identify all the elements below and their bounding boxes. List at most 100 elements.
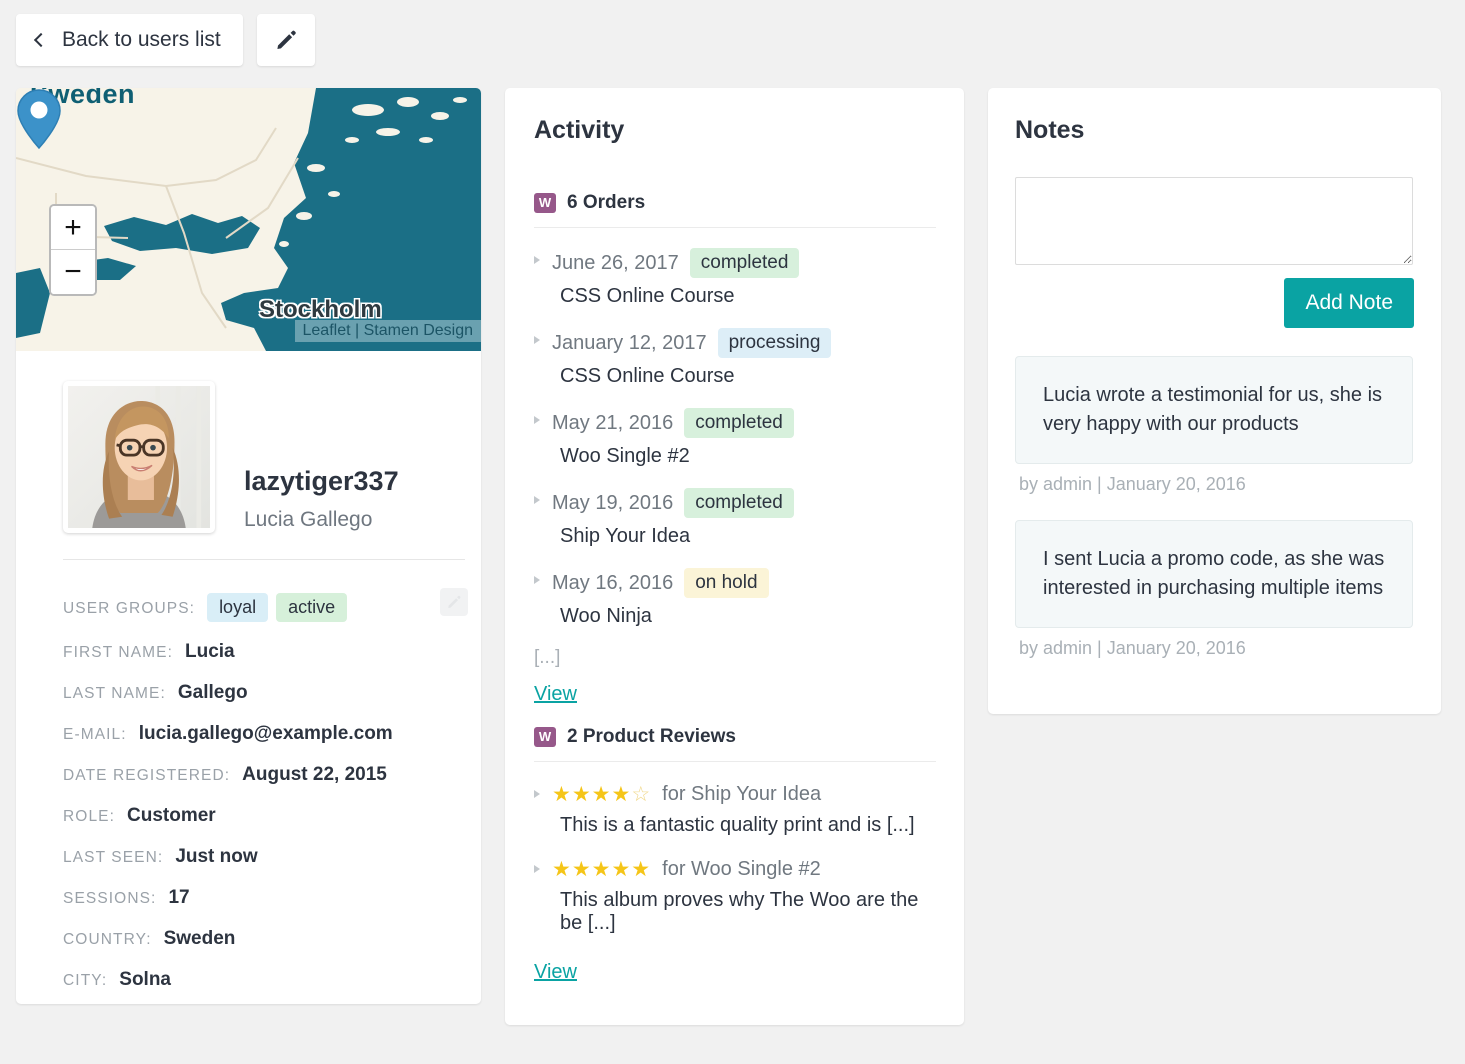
note-entry: I sent Lucia a promo code, as she was in… bbox=[1015, 520, 1413, 659]
identity-block: lazytiger337 Lucia Gallego bbox=[244, 466, 399, 532]
group-chip-loyal[interactable]: loyal bbox=[207, 593, 269, 622]
detail-label: DATE REGISTERED: bbox=[63, 767, 231, 784]
order-date: January 12, 2017 bbox=[552, 331, 707, 354]
orders-section-header: W 6 Orders bbox=[534, 192, 936, 228]
order-date: May 19, 2016 bbox=[552, 491, 674, 514]
note-entry: Lucia wrote a testimonial for us, she is… bbox=[1015, 356, 1413, 495]
map-zoom-in-button[interactable]: + bbox=[51, 206, 95, 250]
map-pin-icon bbox=[17, 89, 61, 150]
caret-right-icon bbox=[534, 416, 540, 424]
order-status-badge: processing bbox=[717, 328, 832, 358]
orders-view-link[interactable]: View bbox=[534, 683, 577, 706]
edit-user-button[interactable] bbox=[256, 14, 315, 66]
detail-row-first-name: FIRST NAME: Lucia bbox=[63, 641, 468, 663]
page-root: Back to users list Sweden Stockholm + − … bbox=[0, 0, 1465, 1064]
caret-right-icon bbox=[534, 865, 540, 873]
username: lazytiger337 bbox=[244, 466, 399, 496]
woocommerce-icon: W bbox=[534, 193, 556, 213]
detail-label: ROLE: bbox=[63, 808, 116, 825]
detail-value: Solna bbox=[119, 969, 171, 990]
attribution-separator: | bbox=[355, 322, 360, 339]
order-status-badge: completed bbox=[684, 488, 794, 518]
group-chip-active[interactable]: active bbox=[276, 593, 348, 622]
detail-row-city: CITY: Solna bbox=[63, 969, 468, 991]
detail-row-email: E-MAIL: lucia.gallego@example.com bbox=[63, 723, 468, 745]
attribution-provider-link[interactable]: Stamen Design bbox=[364, 322, 473, 339]
detail-label: FIRST NAME: bbox=[63, 644, 173, 661]
reviews-view-link[interactable]: View bbox=[534, 961, 577, 984]
orders-section: W 6 Orders June 26, 2017 completed CSS O… bbox=[534, 192, 936, 706]
caret-right-icon bbox=[534, 496, 540, 504]
detail-value: Lucia bbox=[185, 641, 235, 662]
detail-row-sessions: SESSIONS: 17 bbox=[63, 887, 468, 909]
detail-label: E-MAIL: bbox=[63, 726, 127, 743]
order-list-item[interactable]: January 12, 2017 processing CSS Online C… bbox=[534, 328, 936, 388]
toolbar: Back to users list bbox=[16, 14, 315, 66]
activity-card: Activity W 6 Orders June 26, 2017 comple… bbox=[505, 88, 964, 1025]
caret-right-icon bbox=[534, 576, 540, 584]
detail-value: Sweden bbox=[163, 928, 236, 949]
detail-row-last-name: LAST NAME: Gallego bbox=[63, 682, 468, 704]
full-name: Lucia Gallego bbox=[244, 508, 373, 531]
caret-right-icon bbox=[534, 256, 540, 264]
pencil-icon bbox=[448, 595, 461, 608]
review-list-item[interactable]: ★★★★★ for Woo Single #2 This album prove… bbox=[534, 857, 936, 935]
detail-value: Customer bbox=[127, 805, 216, 826]
review-text: This album proves why The Woo are the be… bbox=[560, 889, 919, 934]
detail-value: August 22, 2015 bbox=[242, 764, 387, 785]
orders-count-label: 6 Orders bbox=[567, 192, 646, 213]
location-map[interactable]: Sweden Stockholm + − Leaflet | Stamen De… bbox=[16, 88, 481, 351]
detail-label: LAST NAME: bbox=[63, 685, 166, 702]
order-product: Ship Your Idea bbox=[560, 525, 691, 547]
add-note-button[interactable]: Add Note bbox=[1284, 278, 1414, 328]
review-product-label: for Ship Your Idea bbox=[662, 783, 822, 805]
order-product: Woo Single #2 bbox=[560, 445, 690, 467]
order-status-badge: on hold bbox=[684, 568, 769, 598]
detail-label: LAST SEEN: bbox=[63, 849, 164, 866]
user-profile-card: Sweden Stockholm + − Leaflet | Stamen De… bbox=[16, 88, 481, 1004]
order-list-item[interactable]: May 19, 2016 completed Ship Your Idea bbox=[534, 488, 936, 548]
order-product: Woo Ninja bbox=[560, 605, 652, 627]
detail-row-date-registered: DATE REGISTERED: August 22, 2015 bbox=[63, 764, 468, 786]
notes-panel-title: Notes bbox=[1015, 116, 1085, 144]
detail-row-last-seen: LAST SEEN: Just now bbox=[63, 846, 468, 868]
pencil-icon bbox=[277, 30, 296, 49]
order-date: May 21, 2016 bbox=[552, 411, 674, 434]
detail-value: lucia.gallego@example.com bbox=[138, 723, 393, 744]
woocommerce-icon: W bbox=[534, 727, 556, 747]
order-product: CSS Online Course bbox=[560, 285, 735, 307]
detail-label: USER GROUPS: bbox=[63, 600, 196, 617]
edit-user-groups-button[interactable] bbox=[440, 588, 468, 616]
detail-label: COUNTRY: bbox=[63, 931, 152, 948]
note-text: Lucia wrote a testimonial for us, she is… bbox=[1015, 356, 1413, 464]
order-date: May 16, 2016 bbox=[552, 571, 674, 594]
orders-more-indicator: [...] bbox=[534, 647, 561, 668]
map-zoom-out-button[interactable]: − bbox=[51, 250, 95, 294]
user-details-list: USER GROUPS: loyal active FIRST NAME: Lu… bbox=[63, 588, 468, 1004]
review-list-item[interactable]: ★★★★☆ for Ship Your Idea This is a fanta… bbox=[534, 782, 936, 837]
reviews-section-header: W 2 Product Reviews bbox=[534, 726, 936, 762]
review-product-label: for Woo Single #2 bbox=[662, 858, 821, 880]
detail-value: 17 bbox=[168, 887, 190, 908]
review-rating-stars: ★★★★☆ bbox=[552, 783, 652, 806]
back-to-users-list-button[interactable]: Back to users list bbox=[16, 14, 243, 66]
order-list-item[interactable]: June 26, 2017 completed CSS Online Cours… bbox=[534, 248, 936, 308]
notes-list: Lucia wrote a testimonial for us, she is… bbox=[1015, 356, 1413, 684]
order-list-item[interactable]: May 16, 2016 on hold Woo Ninja bbox=[534, 568, 936, 628]
note-text: I sent Lucia a promo code, as she was in… bbox=[1015, 520, 1413, 628]
review-rating-stars: ★★★★★ bbox=[552, 858, 652, 881]
reviews-section: W 2 Product Reviews ★★★★☆ for Ship Your … bbox=[534, 726, 936, 984]
order-status-badge: completed bbox=[689, 248, 800, 278]
map-zoom-controls[interactable]: + − bbox=[49, 204, 97, 296]
note-input[interactable] bbox=[1015, 177, 1413, 265]
avatar-image bbox=[68, 386, 210, 528]
order-status-badge: completed bbox=[684, 408, 794, 438]
detail-value: Gallego bbox=[177, 682, 248, 703]
attribution-leaflet-link[interactable]: Leaflet bbox=[303, 322, 351, 339]
activity-panel-title: Activity bbox=[534, 116, 625, 144]
detail-value: Just now bbox=[175, 846, 258, 867]
order-list-item[interactable]: May 21, 2016 completed Woo Single #2 bbox=[534, 408, 936, 468]
back-button-label: Back to users list bbox=[62, 28, 221, 51]
order-product: CSS Online Course bbox=[560, 365, 735, 387]
notes-card: Notes Add Note Lucia wrote a testimonial… bbox=[988, 88, 1441, 714]
